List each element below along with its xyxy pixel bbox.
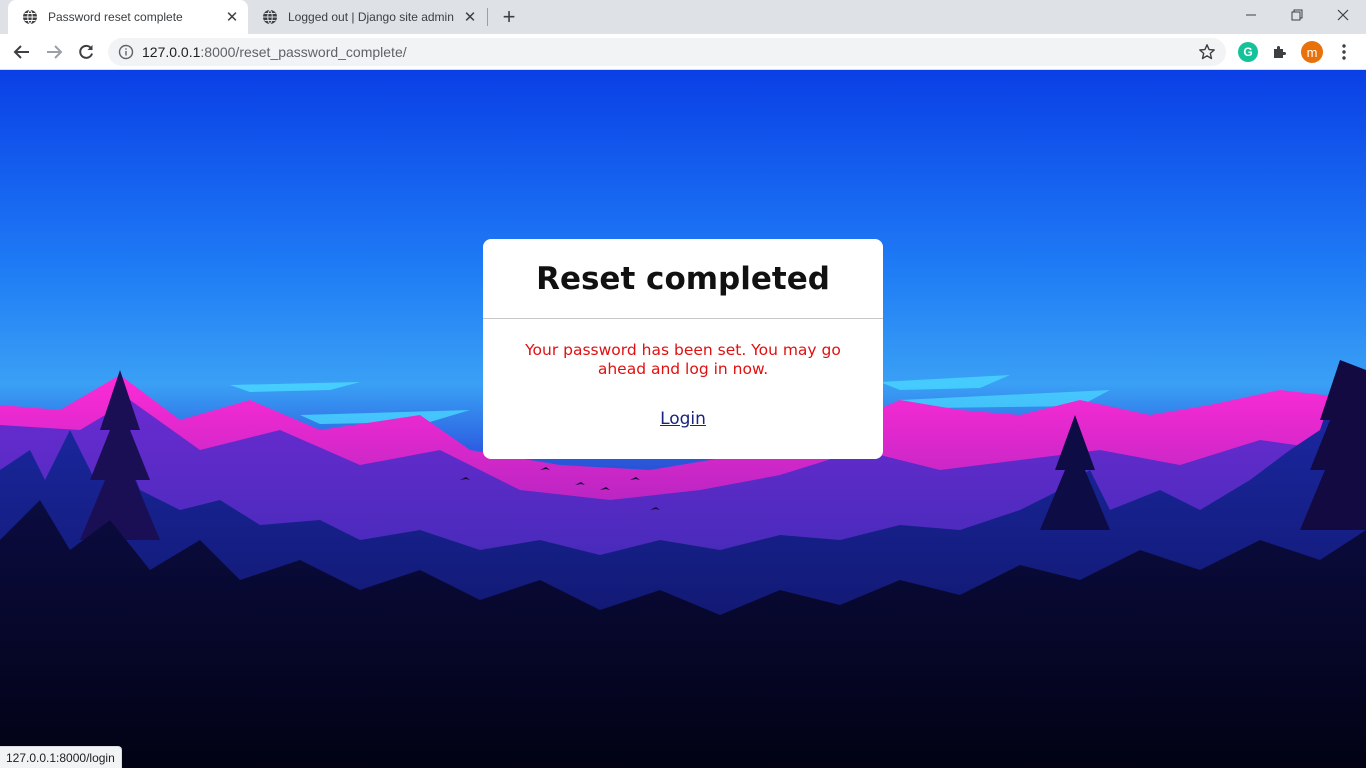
tab-title: Logged out | Django site admin [288, 10, 454, 24]
forward-button[interactable] [39, 37, 69, 67]
login-link[interactable]: Login [483, 409, 883, 429]
kebab-menu-icon [1342, 44, 1346, 60]
menu-button[interactable] [1329, 37, 1359, 67]
tab-divider [487, 8, 488, 26]
tab-password-reset-complete[interactable]: Password reset complete ✕ [8, 0, 248, 34]
tab-strip: Password reset complete ✕ Logged out | D… [0, 0, 1366, 34]
url-path: :8000/reset_password_complete/ [200, 44, 407, 60]
bookmark-star-icon[interactable] [1198, 43, 1216, 61]
tab-logged-out[interactable]: Logged out | Django site admin ✕ [248, 0, 486, 34]
link-status-bar: 127.0.0.1:8000/login [0, 746, 122, 768]
grammarly-extension-icon[interactable]: G [1238, 42, 1258, 62]
url-text: 127.0.0.1:8000/reset_password_complete/ [142, 44, 1198, 60]
globe-icon [263, 9, 277, 25]
success-message: Your password has been set. You may go a… [525, 341, 841, 378]
puzzle-icon [1274, 46, 1286, 58]
reset-complete-card: Reset completed Your password has been s… [483, 239, 883, 459]
info-icon[interactable] [118, 44, 134, 60]
extensions-button[interactable] [1265, 37, 1295, 67]
new-tab-button[interactable]: + [497, 4, 521, 29]
address-bar[interactable]: 127.0.0.1:8000/reset_password_complete/ [108, 38, 1226, 66]
reload-button[interactable] [71, 37, 101, 67]
back-button[interactable] [7, 37, 37, 67]
profile-avatar[interactable]: m [1301, 41, 1323, 63]
card-title: Reset completed [483, 239, 883, 319]
page-viewport: Reset completed Your password has been s… [0, 70, 1366, 768]
globe-icon [23, 9, 37, 25]
url-host: 127.0.0.1 [142, 44, 201, 60]
tab-title: Password reset complete [48, 10, 183, 24]
back-arrow-icon [13, 45, 29, 59]
restore-button[interactable] [1274, 0, 1320, 30]
close-tab-icon[interactable]: ✕ [460, 7, 480, 27]
close-tab-icon[interactable]: ✕ [222, 7, 242, 27]
reload-icon [79, 44, 93, 59]
forward-arrow-icon [47, 45, 63, 59]
minimize-button[interactable] [1228, 0, 1274, 30]
browser-toolbar: 127.0.0.1:8000/reset_password_complete/ … [0, 34, 1366, 70]
close-window-button[interactable] [1320, 0, 1366, 30]
